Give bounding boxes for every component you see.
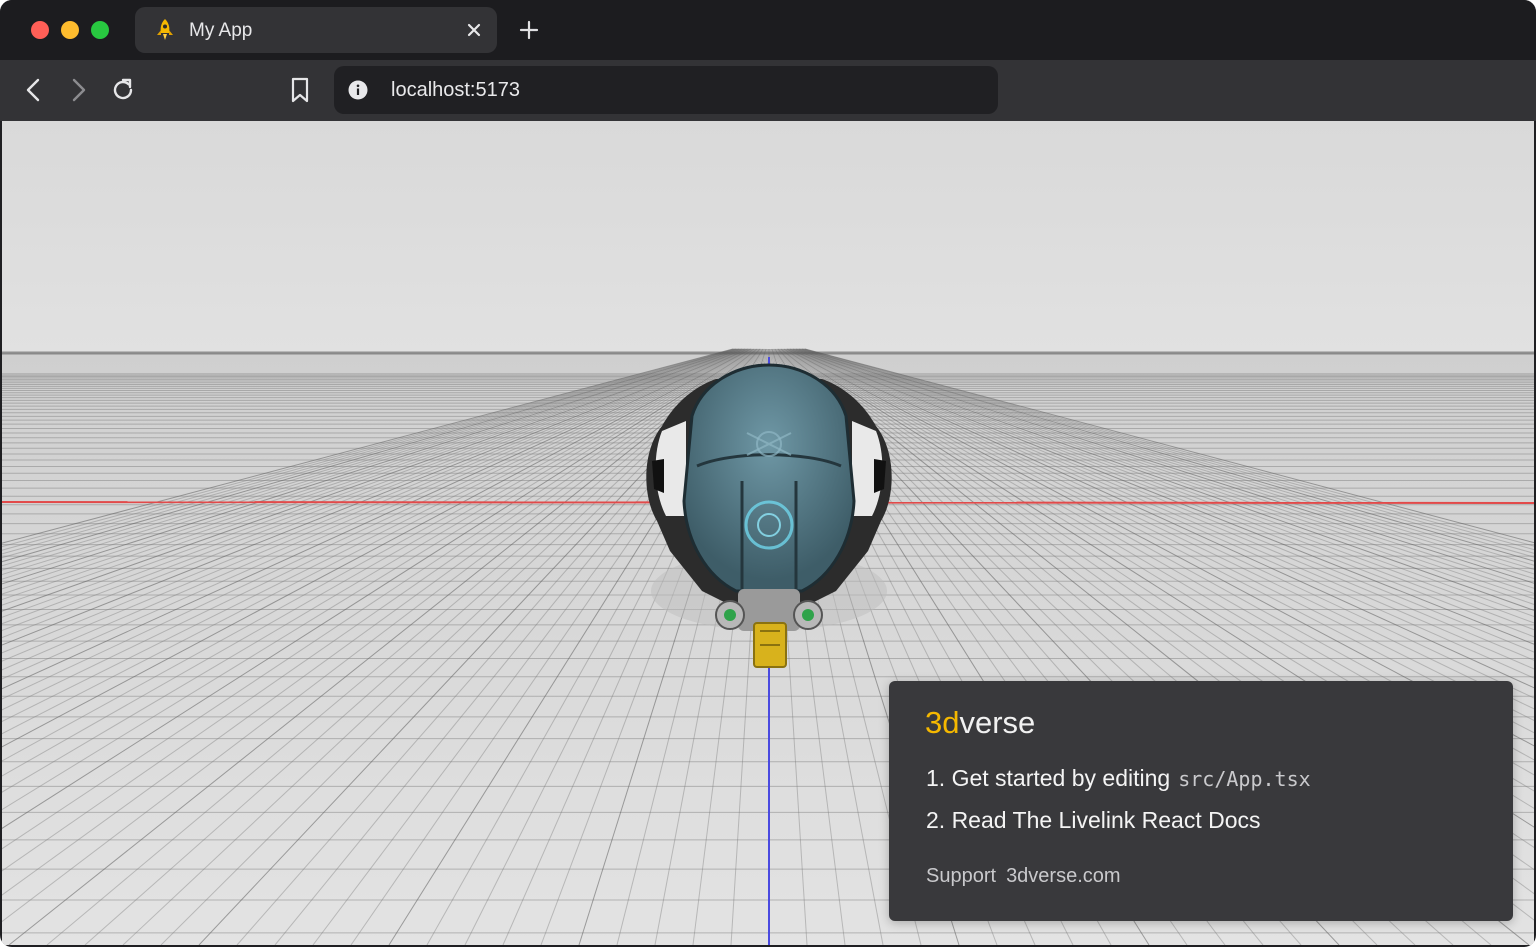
- window-close-button[interactable]: [31, 21, 49, 39]
- close-icon[interactable]: [463, 19, 485, 41]
- url-text: localhost:5173: [391, 79, 520, 101]
- support-label: Support: [926, 865, 997, 887]
- plus-icon[interactable]: [517, 18, 541, 42]
- support-line: Support 3dverse.com: [926, 865, 1121, 888]
- info-icon[interactable]: [348, 80, 368, 100]
- step-1-text: 1. Get started by editing: [926, 765, 1171, 791]
- tab-strip: My App: [0, 0, 1536, 60]
- sky: [2, 121, 1534, 353]
- reload-icon[interactable]: [109, 76, 137, 104]
- window-minimize-button[interactable]: [61, 21, 79, 39]
- bookmark-icon[interactable]: [286, 76, 314, 104]
- brand-accent: 3d: [925, 705, 960, 740]
- rocket-icon: [157, 19, 173, 40]
- tab-my-app[interactable]: My App: [135, 7, 497, 53]
- step-1-code: src/App.tsx: [1178, 767, 1311, 791]
- address-bar[interactable]: localhost:5173: [334, 66, 998, 114]
- support-link[interactable]: 3dverse.com: [1006, 865, 1121, 887]
- chevron-right-icon[interactable]: [64, 76, 92, 104]
- browser-window: My App localhost:5173 3dverse 1. Get sta…: [0, 0, 1536, 947]
- 3d-viewport[interactable]: 3dverse 1. Get started by editing src/App…: [2, 121, 1534, 945]
- browser-toolbar: localhost:5173: [0, 60, 1536, 121]
- tab-title: My App: [189, 20, 253, 41]
- chevron-left-icon[interactable]: [20, 76, 48, 104]
- window-maximize-button[interactable]: [91, 21, 109, 39]
- step-1: 1. Get started by editing src/App.tsx: [926, 765, 1311, 792]
- brand-rest: verse: [959, 705, 1036, 740]
- brand-logo-text: 3dverse: [925, 705, 1035, 741]
- step-2-link[interactable]: 2. Read The Livelink React Docs: [926, 807, 1261, 834]
- welcome-card: 3dverse 1. Get started by editing src/App…: [889, 681, 1513, 921]
